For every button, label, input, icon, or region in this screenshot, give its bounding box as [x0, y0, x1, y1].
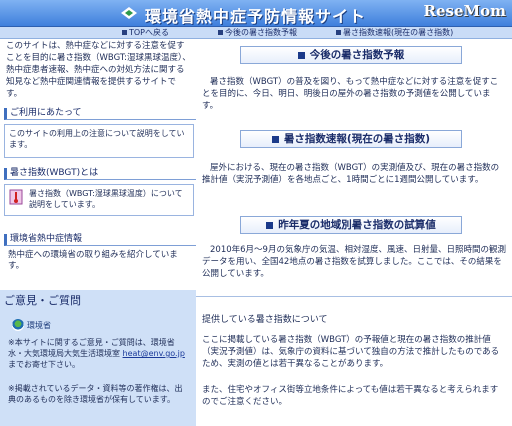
trial-values-button-label: 昨年夏の地域別暑さ指数の試算値 — [278, 219, 436, 231]
main-content: 今後の暑さ指数予報 暑さ指数（WBGT）の普及を図り、もって熱中症などに対する注… — [196, 38, 512, 426]
nav-forecast-link[interactable]: 今後の暑さ指数予報 — [218, 27, 297, 38]
trial-values-description: 2010年6月～9月の気象庁の気温、相対湿度、風速、日射量、日照時間の観測データ… — [202, 245, 506, 279]
forecast-button[interactable]: 今後の暑さ指数予報 — [240, 46, 462, 64]
nav-current-label: 暑さ指数速報(現在の暑さ指数) — [343, 28, 454, 37]
nav-top-label: TOPへ戻る — [129, 28, 170, 37]
current-index-button-label: 暑さ指数速報(現在の暑さ指数) — [283, 133, 431, 145]
usage-text: このサイトの利用上の注意について説明をしています。 — [9, 129, 185, 149]
ministry-logo-label: 環境省 — [27, 320, 51, 330]
site-title[interactable]: 環境省熱中症予防情報サイト — [145, 3, 366, 27]
forecast-description: 暑さ指数（WBGT）の普及を図り、もって熱中症などに対する注意を促すことを目的に… — [202, 77, 499, 111]
site-intro-text: このサイトは、熱中症などに対する注意を促すことを目的に暑さ指数（WBGT:湿球黒… — [6, 41, 191, 99]
bullet-square-icon — [271, 135, 279, 143]
wbgt-box[interactable]: 暑さ指数（WBGT:湿球黒球温度）について説明をしています。 — [4, 184, 194, 216]
section-heading: 提供している暑さ指数について — [202, 315, 328, 325]
usage-box[interactable]: このサイトの利用上の注意について説明をしています。 — [4, 124, 194, 158]
wbgt-text: 暑さ指数（WBGT:湿球黒球温度）について説明をしています。 — [29, 189, 183, 209]
wbgt-heading[interactable]: 暑さ指数(WBGT)とは — [4, 168, 196, 180]
feedback-panel: ご意見・ご質問 環境省 ※本サイトに関するご意見・ご質問は、環境省水・大気環境局… — [0, 290, 196, 426]
bullet-square-icon — [336, 30, 341, 35]
section-text-1: ここに掲載している暑さ指数（WBGT）の予報値と現在の暑さ指数の推計値（実況予測… — [202, 335, 500, 369]
ministry-info-text: 熱中症への環境省の取り組みを紹介しています。 — [8, 250, 178, 271]
nav-current-link[interactable]: 暑さ指数速報(現在の暑さ指数) — [336, 27, 453, 38]
site-logo-icon — [121, 7, 137, 19]
nav-forecast-label: 今後の暑さ指数予報 — [225, 28, 297, 37]
feedback-heading: ご意見・ご質問 — [4, 294, 81, 307]
ministry-info-heading[interactable]: 環境省熱中症情報 — [4, 234, 196, 246]
feedback-email-link[interactable]: heat@env.go.jp — [123, 349, 185, 358]
bullet-square-icon — [218, 30, 223, 35]
trial-values-button[interactable]: 昨年夏の地域別暑さ指数の試算値 — [240, 216, 462, 234]
usage-heading[interactable]: ご利用にあたって — [4, 108, 196, 120]
ministry-logo[interactable]: 環境省 — [12, 318, 70, 332]
site-header: 環境省熱中症予防情報サイト ReseMom — [0, 0, 512, 27]
feedback-contact-tail: までお寄せ下さい。 — [8, 360, 80, 369]
thermometer-icon — [9, 189, 23, 205]
nav-top-link[interactable]: TOPへ戻る — [122, 27, 169, 38]
feedback-contact-text: ※本サイトに関するご意見・ご質問は、環境省水・大気環境局大気生活環境室 heat… — [8, 337, 188, 370]
ministry-emblem-icon — [12, 319, 24, 331]
section-text-2: また、住宅やオフィス街等立地条件によっても値は若干異なると考えられますのでご注意… — [202, 385, 499, 407]
copyright-text: ※掲載されているデータ・資料等の著作権は、出典のあるものを除き環境省が保有してい… — [8, 384, 183, 404]
watermark-logo: ReseMom — [423, 2, 506, 20]
bullet-square-icon — [297, 51, 305, 59]
bullet-square-icon — [122, 30, 127, 35]
forecast-button-label: 今後の暑さ指数予報 — [309, 49, 405, 61]
section-divider — [196, 296, 512, 297]
current-index-button[interactable]: 暑さ指数速報(現在の暑さ指数) — [240, 130, 462, 148]
current-index-description: 屋外における、現在の暑さ指数（WBGT）の実測値及び、現在の暑さ指数の推計値（実… — [202, 163, 500, 185]
bullet-square-icon — [266, 221, 274, 229]
